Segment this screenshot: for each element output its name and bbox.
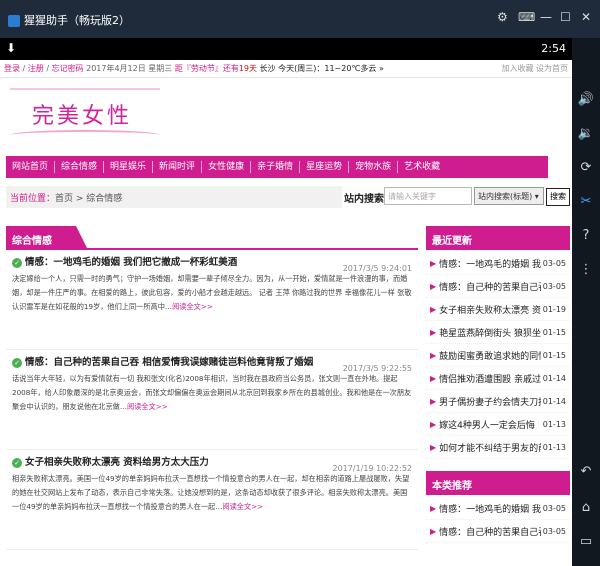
article-date: 2017/1/19 10:22:52: [332, 464, 413, 473]
forgot-password-link[interactable]: 忘记密码: [52, 64, 84, 73]
emulator-window: 猩猩助手（畅玩版2） ⚙ ⌨ — ☐ ✕ ⬇ 2:54 🔊 🔉 ⟳ ✂ ? ⋮ …: [0, 0, 600, 566]
breadcrumb-search-row: 当前位置：首页 > 综合情感 站内搜索 请输入关键字 站内搜索(标题) ▾ 搜索: [6, 186, 570, 208]
latest-item[interactable]: ▶ 嫁这4种男人一定会后悔 01-13: [426, 413, 570, 436]
arrow-right-icon: ▶: [430, 350, 437, 360]
article-list: 综合情感 ✓ 情感：一地鸡毛的婚姻 我们把它撤成一杯彩虹美酒 2017/3/5 9…: [6, 226, 418, 566]
breadcrumb-path[interactable]: 首页 > 综合情感: [55, 194, 122, 204]
screenshot-scissors-icon[interactable]: ✂: [576, 192, 596, 212]
article-bullet-icon: ✓: [12, 457, 22, 468]
recommend-title: 本类推荐: [426, 471, 570, 495]
more-icon[interactable]: ⋮: [576, 260, 596, 280]
home-icon[interactable]: ⌂: [576, 498, 596, 518]
arrow-right-icon: ▶: [430, 503, 437, 513]
latest-updates-title: 最近更新: [426, 226, 570, 250]
arrow-right-icon: ▶: [430, 373, 437, 383]
article-item: ✓ 女子相亲失败称太漂亮 资料给男方太大压力 2017/1/19 10:22:52…: [6, 450, 418, 550]
nav-horoscope[interactable]: 星座运势: [300, 161, 350, 173]
arrow-right-icon: ▶: [430, 281, 437, 291]
article-summary: 相亲失败称太漂亮。美国一位49岁的单亲妈妈布拉沃一直想找一个情投意合的男人在一起…: [12, 474, 410, 511]
set-homepage-link[interactable]: 设为首页: [536, 64, 568, 73]
breadcrumb: 当前位置：首页 > 综合情感: [6, 186, 342, 208]
latest-item[interactable]: ▶男子偶扮妻子约会情夫刀捅其01-14: [426, 390, 570, 413]
nav-home[interactable]: 网站首页: [6, 161, 56, 173]
latest-item[interactable]: ▶ 女子相亲失败称太漂亮 资料 01-19: [426, 298, 570, 321]
login-link[interactable]: 登录: [4, 64, 20, 73]
article-bullet-icon: ✓: [12, 257, 22, 268]
right-sidebar: 最近更新 ▶ 情感：一地鸡毛的婚姻 我们 03-05 ▶ 情感：自己种的苦果自己吞 03…: [426, 226, 570, 566]
register-link[interactable]: 注册: [28, 64, 44, 73]
article-item: ✓ 情感：一地鸡毛的婚姻 我们把它撤成一杯彩虹美酒 2017/3/5 9:24:0…: [6, 250, 418, 350]
arrow-right-icon: ▶: [430, 258, 437, 268]
latest-item[interactable]: ▶ 艳星蓝燕醉倒街头 狼狈坐酒 01-15: [426, 321, 570, 344]
logo-swirl: [10, 130, 160, 140]
latest-item[interactable]: ▶ 情感：一地鸡毛的婚姻 我们 03-05: [426, 252, 570, 275]
title-bar: 猩猩助手（畅玩版2） ⚙ ⌨ — ☐ ✕: [0, 0, 600, 38]
download-icon: ⬇: [6, 41, 17, 55]
holiday-countdown: 距『劳动节』还有19天: [174, 64, 258, 73]
back-icon[interactable]: ↶: [576, 462, 596, 482]
maximize-button[interactable]: ☐: [560, 10, 571, 24]
settings-icon[interactable]: ⚙: [497, 10, 508, 24]
nav-news[interactable]: 新闻时评: [153, 161, 203, 173]
main-nav: 网站首页 综合情感 明星娱乐 新闻时评 女性健康 亲子婚情 星座运势 宠物水族 …: [6, 156, 548, 178]
article-date: 2017/3/5 9:24:01: [342, 264, 412, 273]
arrow-right-icon: ▶: [430, 304, 437, 314]
section-title: 综合情感: [6, 226, 88, 250]
weather-city: 长沙: [259, 64, 276, 73]
section-header: 综合情感: [6, 226, 418, 250]
nav-celebrity[interactable]: 明星娱乐: [104, 161, 154, 173]
nav-health[interactable]: 女性健康: [202, 161, 252, 173]
android-status-bar: ⬇ 2:54: [0, 38, 572, 60]
clock: 2:54: [541, 42, 566, 55]
recommend-item[interactable]: ▶ 情感：自己种的苦果自己吞 03-05: [426, 520, 570, 543]
recent-apps-icon[interactable]: ▭: [576, 532, 596, 552]
article-date: 2017/3/5 9:22:55: [342, 364, 412, 373]
latest-item[interactable]: ▶鼓励闺蜜勇敢追求她的同性恋01-15: [426, 344, 570, 367]
top-links: 加入收藏 设为首页: [501, 63, 568, 74]
minimize-button[interactable]: —: [540, 10, 552, 24]
arrow-right-icon: ▶: [430, 327, 437, 337]
article-item: ✓ 情感：自己种的苦果自己吞 相信爱情我误嫁赌徒岂料他竟背叛了婚姻 2017/3/…: [6, 350, 418, 450]
latest-item[interactable]: ▶ 情侣推劝酒遭围殴 亲戚过生 01-14: [426, 367, 570, 390]
close-button[interactable]: ✕: [581, 10, 591, 24]
nav-family[interactable]: 亲子婚情: [251, 161, 301, 173]
help-icon[interactable]: ?: [576, 226, 596, 246]
arrow-right-icon: ▶: [430, 396, 437, 406]
recommend-item[interactable]: ▶ 情感：一地鸡毛的婚姻 我们 03-05: [426, 497, 570, 520]
read-more-link[interactable]: 阅读全文>>: [172, 302, 213, 311]
read-more-link[interactable]: 阅读全文>>: [222, 502, 263, 511]
top-info-bar: 登录 / 注册 / 忘记密码 2017年4月12日 星期三 距『劳动节』还有19…: [0, 60, 572, 78]
app-icon: [8, 15, 20, 27]
volume-down-icon[interactable]: 🔉: [576, 124, 596, 144]
nav-pets[interactable]: 宠物水族: [349, 161, 399, 173]
logo-text: 完美女性: [32, 104, 133, 129]
app-title: 猩猩助手（畅玩版2）: [8, 12, 130, 28]
search-input[interactable]: 请输入关键字: [384, 187, 472, 205]
latest-item[interactable]: ▶如何才能不纠结于男友的前任01-13: [426, 436, 570, 459]
article-bullet-icon: ✓: [12, 357, 22, 368]
search-label: 站内搜索: [344, 194, 384, 205]
search-button[interactable]: 搜索: [546, 188, 570, 206]
latest-item[interactable]: ▶ 情感：自己种的苦果自己吞 03-05: [426, 275, 570, 298]
volume-up-icon[interactable]: 🔊: [576, 90, 596, 110]
search-scope-select[interactable]: 站内搜索(标题) ▾: [474, 187, 544, 205]
site-logo[interactable]: 完美女性: [10, 88, 160, 146]
webpage: 登录 / 注册 / 忘记密码 2017年4月12日 星期三 距『劳动节』还有19…: [0, 60, 572, 566]
article-summary: 话说当年大年轻，以为有爱情就有一切 我和张文(化名)2008年相识，当时我在县政…: [12, 374, 412, 411]
keyboard-icon[interactable]: ⌨: [518, 10, 535, 24]
article-summary: 决定嫁给一个人，只需一时的勇气；守护一场婚姻，却需要一辈子倾尽全力。因为，从一开…: [12, 274, 412, 311]
weather-text: 今天(周三)：11~20℃多云 »: [278, 64, 384, 73]
current-date: 2017年4月12日 星期三: [86, 64, 173, 73]
read-more-link[interactable]: 阅读全文>>: [127, 402, 168, 411]
emulator-sidebar: 🔊 🔉 ⟳ ✂ ? ⋮ ↶ ⌂ ▭: [572, 38, 600, 566]
nav-art[interactable]: 艺术收藏: [398, 161, 446, 173]
add-favorite-link[interactable]: 加入收藏: [501, 64, 533, 73]
nav-emotion[interactable]: 综合情感: [55, 161, 105, 173]
rotate-icon[interactable]: ⟳: [576, 158, 596, 178]
arrow-right-icon: ▶: [430, 442, 437, 452]
arrow-right-icon: ▶: [430, 526, 437, 536]
arrow-right-icon: ▶: [430, 419, 437, 429]
